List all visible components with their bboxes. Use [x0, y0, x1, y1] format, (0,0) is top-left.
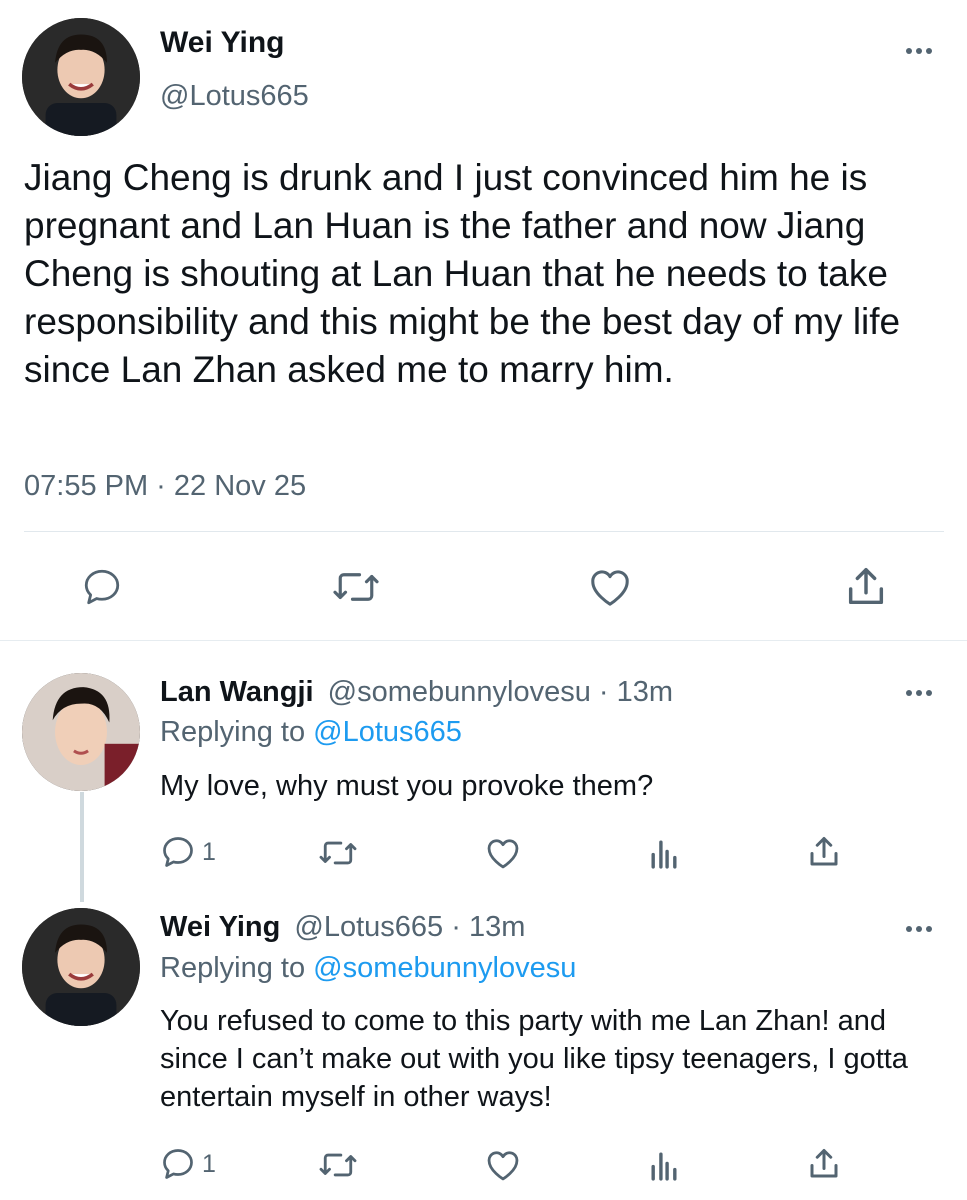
- more-options-icon[interactable]: [906, 48, 932, 54]
- replying-to: Replying to @Lotus665: [160, 716, 462, 749]
- analytics-icon[interactable]: [648, 1148, 680, 1182]
- replying-to-handle[interactable]: @Lotus665: [313, 716, 462, 748]
- like-icon[interactable]: [484, 836, 522, 870]
- replying-to: Replying to @somebunnylovesu: [160, 952, 576, 985]
- reply-time[interactable]: · 13m: [451, 911, 525, 943]
- author-handle[interactable]: @Lotus665: [294, 911, 443, 943]
- reply-text: You refused to come to this party with m…: [160, 1005, 908, 1113]
- avatar[interactable]: [22, 18, 140, 136]
- avatar[interactable]: [22, 673, 140, 791]
- author-handle[interactable]: @somebunnylovesu: [328, 676, 591, 708]
- reply-header: Wei Ying @Lotus665 · 13m: [160, 911, 525, 944]
- divider: [24, 531, 944, 532]
- avatar-image: [22, 673, 140, 791]
- retweet-icon[interactable]: [318, 836, 358, 870]
- avatar-image: [22, 908, 140, 1026]
- reply-button[interactable]: 1: [160, 1146, 216, 1182]
- share-icon[interactable]: [843, 564, 889, 610]
- share-icon[interactable]: [806, 834, 842, 870]
- avatar-image: [22, 18, 140, 136]
- reply-text: My love, why must you provoke them?: [160, 770, 654, 802]
- like-icon[interactable]: [586, 566, 634, 608]
- reply-icon: [163, 837, 193, 867]
- tweet-timestamp[interactable]: 07:55 PM · 22 Nov 25: [24, 470, 306, 503]
- replying-to-prefix: Replying to: [160, 952, 306, 984]
- reply-time[interactable]: · 13m: [599, 676, 673, 708]
- reply-icon: [163, 1149, 193, 1179]
- author-name[interactable]: Lan Wangji: [160, 676, 314, 708]
- tweet-text: Jiang Cheng is drunk and I just convince…: [24, 157, 901, 390]
- share-icon[interactable]: [806, 1146, 842, 1182]
- avatar[interactable]: [22, 908, 140, 1026]
- author-name[interactable]: Wei Ying: [160, 911, 280, 943]
- reply-header: Lan Wangji @somebunnylovesu · 13m: [160, 676, 673, 709]
- like-icon[interactable]: [484, 1148, 522, 1182]
- thread-line: [80, 792, 84, 902]
- replying-to-handle[interactable]: @somebunnylovesu: [313, 952, 576, 984]
- analytics-icon[interactable]: [648, 836, 680, 870]
- reply-icon[interactable]: [80, 566, 124, 608]
- section-divider: [0, 640, 967, 641]
- more-options-icon[interactable]: [906, 926, 932, 932]
- author-handle[interactable]: @Lotus665: [160, 80, 309, 113]
- retweet-icon[interactable]: [318, 1148, 358, 1182]
- reply-count: 1: [202, 1149, 216, 1178]
- more-options-icon[interactable]: [906, 690, 932, 696]
- reply-count: 1: [202, 837, 216, 866]
- reply-button[interactable]: 1: [160, 834, 216, 870]
- retweet-icon[interactable]: [331, 566, 381, 608]
- author-name[interactable]: Wei Ying: [160, 26, 284, 60]
- replying-to-prefix: Replying to: [160, 716, 306, 748]
